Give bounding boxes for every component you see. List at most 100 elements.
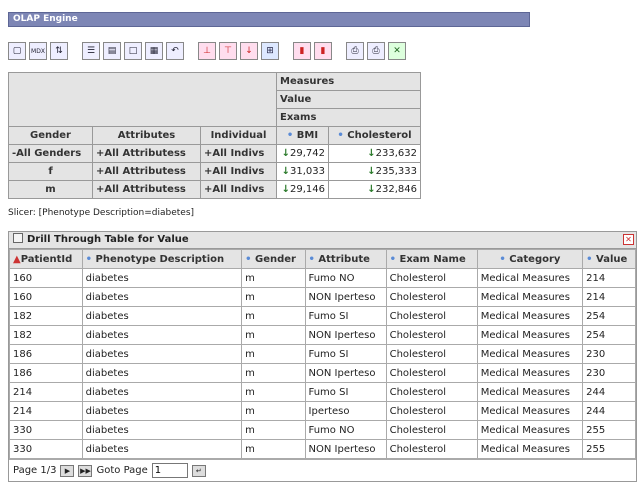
trend-arrow-icon: ↓ [281,166,290,177]
goto-label: Goto Page [96,465,148,476]
table-icon [13,233,23,243]
col-attribute[interactable]: • Attribute [304,249,387,269]
table-cell: NON Iperteso [304,439,387,459]
table-cell: diabetes [81,325,243,345]
attributes-cell[interactable]: +All Attributess [92,180,201,199]
drill-title: Drill Through Table for Value [27,234,189,245]
individual-cell[interactable]: +All Indivs [200,162,277,181]
table-cell: 254 [582,325,636,345]
table-cell: diabetes [81,382,243,402]
exams-header[interactable]: Exams [276,108,421,127]
col-category[interactable]: • Category [476,249,584,269]
table-cell: diabetes [81,401,243,421]
show-parent-icon[interactable]: ☰ [82,42,100,60]
table-cell: m [241,344,306,364]
cholesterol-value[interactable]: ↓232,846 [328,180,421,199]
drill-position-icon[interactable]: ⊤ [219,42,237,60]
table-cell: Medical Measures [476,306,584,326]
measures-header[interactable]: Measures [276,72,421,91]
drill-table: ▲PatientId • Phenotype Description • Gen… [9,249,636,459]
table-row: 214 diabetes m Fumo SI Cholesterol Medical Me… [9,382,636,402]
individual-header[interactable]: Individual [200,126,277,145]
table-cell: NON Iperteso [304,287,387,307]
mdx-editor-icon[interactable]: MDX [29,42,47,60]
table-cell: diabetes [81,268,243,288]
gender-header[interactable]: Gender [8,126,93,145]
table-cell: m [241,401,306,421]
attributes-cell[interactable]: +All Attributess [92,144,201,163]
sort-dot-icon: • [85,253,96,265]
sort-dot-icon: • [586,253,597,265]
table-cell: 254 [582,306,636,326]
col-exam-name[interactable]: • Exam Name [385,249,478,269]
attributes-cell[interactable]: +All Attributess [92,162,201,181]
col-patientid[interactable]: ▲PatientId [9,249,83,269]
cholesterol-value-text: 235,333 [375,166,417,177]
sort-icon[interactable]: ⇅ [50,42,68,60]
table-cell: Cholesterol [385,306,478,326]
suppress-empty-icon[interactable]: ▦ [145,42,163,60]
table-cell: 186 [9,344,83,364]
chart-config-icon[interactable]: ▮ [314,42,332,60]
drill-member-icon[interactable]: ⊥ [198,42,216,60]
table-cell: 214 [582,268,636,288]
trend-arrow-icon: ↓ [367,148,376,159]
table-cell: 160 [9,268,83,288]
col-value[interactable]: • Value [582,249,636,269]
col-gender[interactable]: • Gender [241,249,306,269]
table-cell: m [241,306,306,326]
table-cell: Fumo NO [304,420,387,440]
table-cell: 182 [9,306,83,326]
goto-icon[interactable]: ↵ [191,464,206,477]
drill-replace-icon[interactable]: ↓ [240,42,258,60]
drill-through-icon[interactable]: ⊞ [261,42,279,60]
bmi-value-text: 31,033 [290,166,325,177]
bmi-value[interactable]: ↓29,742 [276,144,329,163]
value-header[interactable]: Value [276,90,421,109]
col-label: Attribute [318,253,370,265]
table-cell: diabetes [81,306,243,326]
cube-navigator-icon[interactable]: ▢ [8,42,26,60]
show-properties-icon[interactable]: □ [124,42,142,60]
export-excel-icon[interactable]: ✕ [388,42,406,60]
table-cell: m [241,325,306,345]
individual-cell[interactable]: +All Indivs [200,180,277,199]
table-cell: Medical Measures [476,401,584,421]
bmi-value[interactable]: ↓29,146 [276,180,329,199]
col-label: Value [596,253,628,265]
table-cell: Cholesterol [385,325,478,345]
table-cell: 330 [9,420,83,440]
cholesterol-value[interactable]: ↓233,632 [328,144,421,163]
close-icon[interactable]: ✕ [623,234,634,245]
page-indicator: Page 1/3 [13,465,57,476]
individual-cell[interactable]: +All Indivs [200,144,277,163]
print-pdf-icon[interactable]: ⎙ [367,42,385,60]
hide-spans-icon[interactable]: ▤ [103,42,121,60]
print-config-icon[interactable]: ⎙ [346,42,364,60]
table-cell: 255 [582,439,636,459]
last-page-icon[interactable]: ▶▶ [78,464,93,477]
bmi-header[interactable]: • BMI [276,126,329,145]
table-cell: Medical Measures [476,325,584,345]
attributes-header[interactable]: Attributes [92,126,201,145]
swap-axes-icon[interactable]: ↶ [166,42,184,60]
pivot-row: m +All Attributess +All Indivs ↓29,146 ↓… [8,180,421,199]
show-chart-icon[interactable]: ▮ [293,42,311,60]
goto-page-input[interactable] [151,463,188,478]
gender-cell[interactable]: m [8,180,93,199]
table-cell: Medical Measures [476,382,584,402]
sort-dot-icon: • [286,130,294,141]
bmi-value[interactable]: ↓31,033 [276,162,329,181]
col-label: Exam Name [399,253,466,265]
col-label: Gender [254,253,296,265]
gender-cell[interactable]: -All Genders [8,144,93,163]
cholesterol-header[interactable]: • Cholesterol [328,126,421,145]
table-row: 160 diabetes m Fumo NO Cholesterol Medical Me… [9,268,636,288]
gender-cell[interactable]: f [8,162,93,181]
next-page-icon[interactable]: ▶ [60,464,75,477]
cholesterol-value[interactable]: ↓235,333 [328,162,421,181]
table-cell: Cholesterol [385,287,478,307]
table-cell: m [241,382,306,402]
col-phenotype[interactable]: • Phenotype Description [81,249,243,269]
table-cell: m [241,287,306,307]
